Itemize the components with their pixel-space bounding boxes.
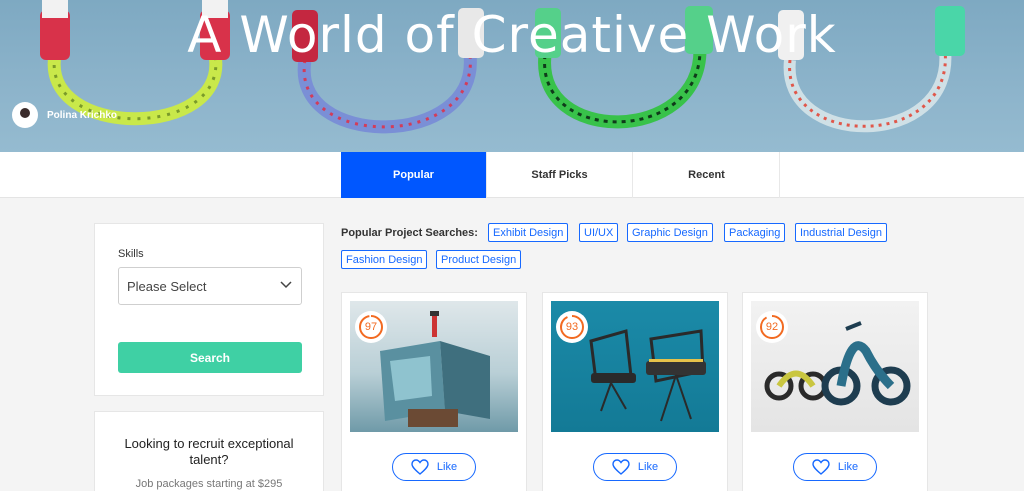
- hero-title: A World of Creative Work: [187, 6, 837, 64]
- score-badge: 92: [756, 311, 788, 343]
- heart-icon: [411, 459, 429, 475]
- popular-searches-label: Popular Project Searches:: [341, 227, 478, 239]
- score-value: 92: [765, 321, 779, 333]
- search-button[interactable]: Search: [118, 342, 302, 373]
- user-avatar[interactable]: [12, 102, 38, 128]
- chip-exhibit-design[interactable]: Exhibit Design: [488, 223, 569, 242]
- like-label: Like: [837, 461, 859, 473]
- skills-filter-panel: Skills Please Select Search: [94, 223, 324, 396]
- tab-bar: Popular Staff Picks Recent: [0, 152, 1024, 198]
- like-button[interactable]: Like: [793, 453, 877, 481]
- tab-popular[interactable]: Popular: [341, 152, 487, 198]
- chip-fashion-design[interactable]: Fashion Design: [341, 250, 428, 269]
- heart-icon: [612, 459, 630, 475]
- skills-select[interactable]: Please Select: [118, 267, 302, 305]
- chevron-down-icon: [280, 281, 292, 289]
- score-value: 93: [565, 321, 579, 333]
- project-thumbnail[interactable]: 97: [350, 301, 518, 432]
- credit-name[interactable]: Polina Krichko: [47, 110, 117, 121]
- tab-staff-picks[interactable]: Staff Picks: [487, 152, 633, 198]
- project-thumbnail[interactable]: 92: [751, 301, 919, 432]
- project-card[interactable]: 93 Like: [542, 292, 728, 491]
- skills-label: Skills: [118, 248, 144, 260]
- like-label: Like: [637, 461, 659, 473]
- heart-icon: [812, 459, 830, 475]
- like-label: Like: [436, 461, 458, 473]
- recruit-subtitle: Job packages starting at $295: [135, 478, 283, 490]
- like-button[interactable]: Like: [593, 453, 677, 481]
- recruit-promo-card: Looking to recruit exceptional talent? J…: [94, 411, 324, 491]
- skills-select-value: Please Select: [127, 278, 207, 294]
- hero-banner: A World of Creative Work Polina Krichko: [0, 0, 1024, 152]
- chip-industrial-design[interactable]: Industrial Design: [795, 223, 887, 242]
- chip-ui-ux[interactable]: UI/UX: [579, 223, 619, 242]
- image-credit[interactable]: Polina Krichko: [12, 102, 117, 128]
- chip-graphic-design[interactable]: Graphic Design: [627, 223, 713, 242]
- project-card[interactable]: 97 Like: [341, 292, 527, 491]
- chip-product-design[interactable]: Product Design: [436, 250, 522, 269]
- tab-recent[interactable]: Recent: [634, 152, 780, 198]
- project-card[interactable]: 92 Like: [742, 292, 928, 491]
- recruit-title: Looking to recruit exceptional talent?: [124, 436, 294, 467]
- score-value: 97: [364, 321, 378, 333]
- like-button[interactable]: Like: [392, 453, 476, 481]
- chip-packaging[interactable]: Packaging: [724, 223, 786, 242]
- score-badge: 93: [556, 311, 588, 343]
- project-thumbnail[interactable]: 93: [551, 301, 719, 432]
- score-badge: 97: [355, 311, 387, 343]
